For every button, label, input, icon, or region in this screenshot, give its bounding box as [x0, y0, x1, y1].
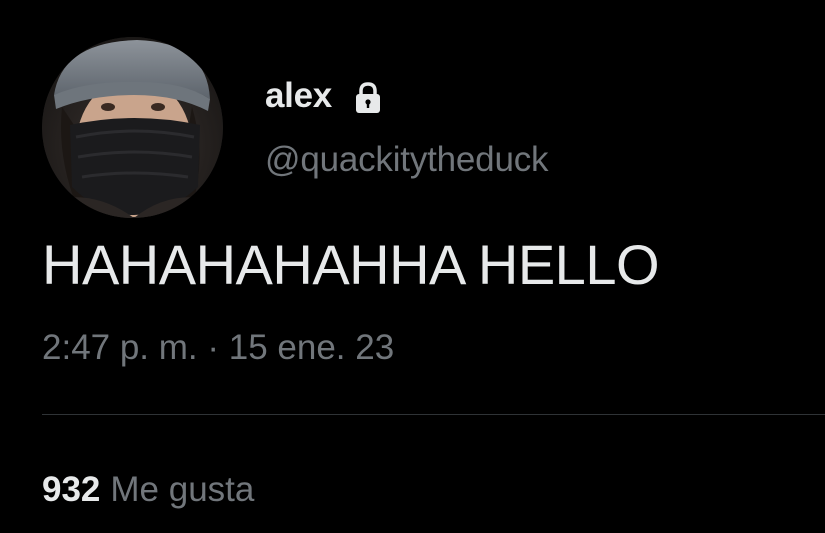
author-name-row[interactable]: alex	[265, 74, 382, 118]
avatar-image	[42, 37, 223, 218]
tweet-detail: alex @quackitytheduck HAHAHAHAHHA HELLO …	[0, 0, 825, 533]
lock-icon	[354, 81, 382, 115]
display-name[interactable]: alex	[265, 76, 332, 116]
likes-stat[interactable]: 932 Me gusta	[42, 470, 254, 510]
likes-label: Me gusta	[110, 470, 255, 509]
tweet-timestamp[interactable]: 2:47 p. m. · 15 ene. 23	[42, 328, 394, 368]
avatar[interactable]	[42, 37, 223, 218]
tweet-text: HAHAHAHAHHA HELLO	[42, 233, 660, 296]
author-handle[interactable]: @quackitytheduck	[265, 140, 549, 180]
divider	[42, 414, 825, 415]
likes-count: 932	[42, 470, 101, 509]
